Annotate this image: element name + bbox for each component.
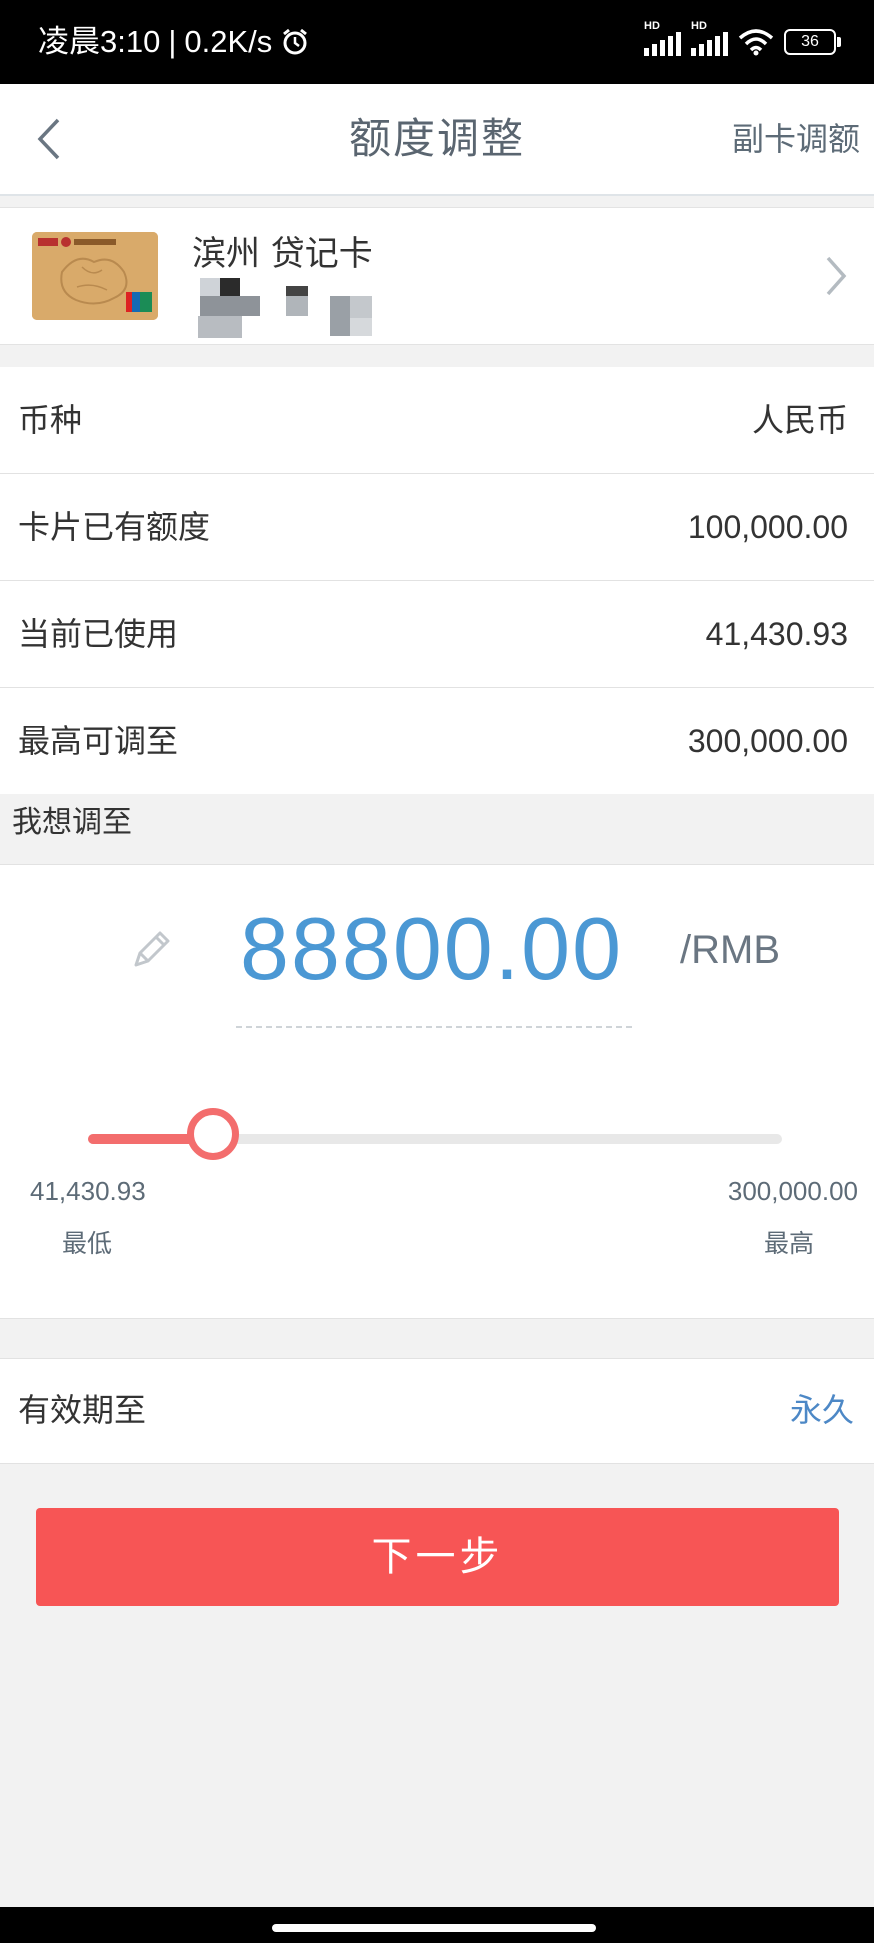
card-arrow <box>818 250 854 302</box>
chevron-right-icon <box>826 256 847 296</box>
validity-row[interactable]: 有效期至 永久 <box>0 1358 874 1464</box>
max-value: 300,000.00 <box>727 1176 858 1206</box>
validity-value[interactable]: 永久 <box>790 1389 854 1431</box>
max-adjustable-label: 最高可调至 <box>18 722 179 760</box>
wifi-icon <box>738 29 774 56</box>
credit-info-list: 币种 人民币 卡片已有额度 100,000.00 当前已使用 41,430.93… <box>0 367 874 794</box>
validity-label: 有效期至 <box>18 1391 147 1429</box>
info-row-currency: 币种 人民币 <box>0 367 874 474</box>
section-header: 我想调至 <box>0 794 874 865</box>
alarm-icon <box>283 28 308 55</box>
battery-level: 36 <box>801 33 819 50</box>
max-adjustable-value: 300,000.00 <box>687 723 848 759</box>
card-number-masked <box>198 278 388 338</box>
amount-input[interactable]: 88800.00 <box>240 899 623 999</box>
info-row-max-adjustable: 最高可调至 300,000.00 <box>0 688 874 794</box>
amount-slider[interactable] <box>88 1108 782 1160</box>
card-name: 滨州 贷记卡 <box>192 234 373 274</box>
existing-limit-label: 卡片已有额度 <box>18 508 211 546</box>
next-button[interactable]: 下一步 <box>36 1508 839 1606</box>
currency-label: 币种 <box>18 401 83 439</box>
navbar: 额度调整 副卡调额 <box>0 84 874 196</box>
used-value: 41,430.93 <box>705 616 848 652</box>
status-bar: 凌晨3:10 | 0.2K/s HD HD 36 <box>0 0 874 84</box>
info-row-used: 当前已使用 41,430.93 <box>0 581 874 688</box>
status-left: 凌晨3:10 | 0.2K/s <box>38 20 310 64</box>
network-speed: 0.2K/s <box>184 24 273 59</box>
card-selector[interactable]: 滨州 贷记卡 <box>0 207 874 345</box>
adjust-panel: 88800.00 /RMB 41,430.93 300,000.00 最低 最高 <box>0 865 874 1319</box>
min-value: 41,430.93 <box>30 1176 146 1206</box>
info-row-existing-limit: 卡片已有额度 100,000.00 <box>0 474 874 581</box>
amount-unit: /RMB <box>680 928 780 972</box>
battery-icon: 36 <box>784 29 841 55</box>
supplementary-card-adjust-link[interactable]: 副卡调额 <box>732 118 860 160</box>
slider-thumb[interactable] <box>186 1108 239 1160</box>
section-title: 我想调至 <box>12 805 132 840</box>
status-separator: | <box>168 24 177 59</box>
max-label: 最高 <box>763 1229 814 1258</box>
used-label: 当前已使用 <box>18 615 179 653</box>
min-label: 最低 <box>62 1229 113 1258</box>
currency-value: 人民币 <box>751 402 848 438</box>
card-image <box>32 232 158 320</box>
home-indicator[interactable] <box>272 1924 596 1932</box>
status-time: 凌晨3:10 <box>38 24 161 59</box>
amount-underline <box>236 1026 632 1028</box>
card-art-icon <box>32 232 158 320</box>
signal-icon-1: HD <box>644 20 681 56</box>
status-right: HD HD 36 <box>644 20 841 64</box>
signal-icon-2: HD <box>691 20 728 56</box>
existing-limit-value: 100,000.00 <box>687 509 848 545</box>
pencil-icon <box>134 931 170 967</box>
edit-amount-button[interactable] <box>128 925 176 973</box>
